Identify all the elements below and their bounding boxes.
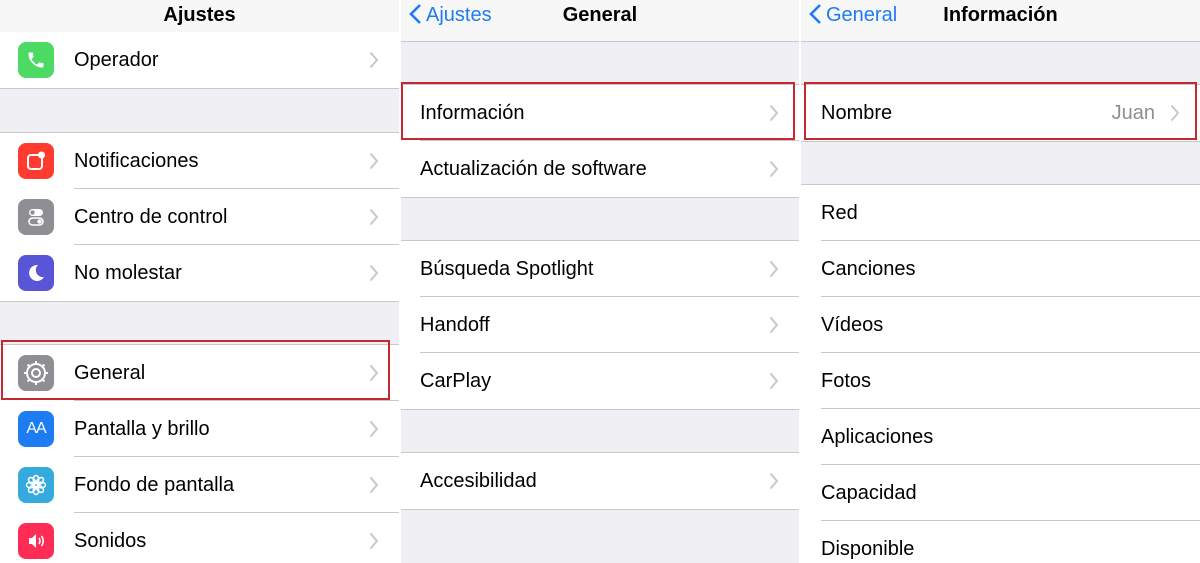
settings-item-notificaciones[interactable]: Notificaciones	[0, 133, 399, 189]
settings-item-fondo-de-pantalla[interactable]: Fondo de pantalla	[0, 456, 399, 513]
back-button[interactable]: General	[809, 0, 897, 41]
settings-screens: Ajustes Operador Notificaciones Centro d…	[0, 0, 1200, 563]
control-center-icon	[18, 199, 54, 235]
info-item-label: Capacidad	[821, 481, 917, 504]
info-item-label: Vídeos	[821, 313, 884, 336]
chevron-right-icon	[369, 420, 379, 438]
settings-group-carrier: Operador	[0, 32, 399, 89]
chevron-left-icon	[409, 4, 421, 24]
moon-icon	[18, 255, 54, 291]
info-item-aplicaciones: Aplicaciones	[801, 408, 1200, 465]
highlight-nombre	[804, 82, 1197, 140]
info-item-label: Red	[821, 201, 858, 224]
settings-item-label: Sonidos	[74, 529, 147, 552]
settings-item-label: Pantalla y brillo	[74, 417, 210, 440]
general-item-label: CarPlay	[420, 369, 492, 392]
settings-item-pantalla-y-brillo[interactable]: AA Pantalla y brillo	[0, 400, 399, 457]
settings-item-no-molestar[interactable]: No molestar	[0, 244, 399, 301]
chevron-right-icon	[369, 208, 379, 226]
info-item-videos: Vídeos	[801, 296, 1200, 353]
info-item-capacidad: Capacidad	[801, 464, 1200, 521]
general-item-accesibilidad[interactable]: Accesibilidad	[401, 453, 799, 509]
info-item-disponible: Disponible	[801, 520, 1200, 563]
chevron-right-icon	[369, 532, 379, 550]
settings-item-label: Notificaciones	[74, 149, 199, 172]
notifications-icon	[18, 143, 54, 179]
back-label: General	[826, 4, 898, 26]
general-item-actualizacion-de-software[interactable]: Actualización de software	[401, 140, 799, 197]
settings-item-sonidos[interactable]: Sonidos	[0, 512, 399, 563]
navigation-bar: Información General	[801, 0, 1200, 42]
info-group-details: Red Canciones Vídeos Fotos Aplicaciones …	[801, 184, 1200, 563]
general-item-label: Búsqueda Spotlight	[420, 257, 594, 280]
settings-panel: Ajustes Operador Notificaciones Centro d…	[0, 0, 399, 563]
general-panel: General Ajustes Información Actualizació…	[401, 0, 799, 563]
general-group-accessibility: Accesibilidad	[401, 452, 799, 510]
general-item-label: Accesibilidad	[420, 469, 537, 492]
general-item-handoff[interactable]: Handoff	[401, 296, 799, 353]
info-item-red: Red	[801, 185, 1200, 241]
settings-item-label: Centro de control	[74, 205, 228, 228]
chevron-left-icon	[809, 4, 821, 24]
general-item-busqueda-spotlight[interactable]: Búsqueda Spotlight	[401, 241, 799, 297]
chevron-right-icon	[369, 51, 379, 69]
display-brightness-icon: AA	[18, 411, 54, 447]
phone-icon	[18, 42, 54, 78]
info-item-canciones: Canciones	[801, 240, 1200, 297]
back-label: Ajustes	[426, 4, 492, 26]
general-group-features: Búsqueda Spotlight Handoff CarPlay	[401, 240, 799, 410]
settings-item-label: No molestar	[74, 261, 182, 284]
highlight-informacion	[401, 82, 795, 140]
info-item-label: Aplicaciones	[821, 425, 934, 448]
settings-item-label: Operador	[74, 48, 159, 71]
chevron-right-icon	[769, 260, 779, 278]
chevron-right-icon	[769, 472, 779, 490]
info-item-label: Disponible	[821, 537, 915, 560]
speaker-icon	[18, 523, 54, 559]
info-item-label: Fotos	[821, 369, 872, 392]
settings-item-label: Fondo de pantalla	[74, 473, 235, 496]
settings-item-operador[interactable]: Operador	[0, 32, 399, 88]
info-panel: Información General Nombre Juan Red Canc…	[801, 0, 1200, 563]
navigation-bar: General Ajustes	[401, 0, 799, 42]
general-item-carplay[interactable]: CarPlay	[401, 352, 799, 409]
settings-group-system: Notificaciones Centro de control No mole…	[0, 132, 399, 302]
info-item-label: Canciones	[821, 257, 916, 280]
general-item-label: Actualización de software	[420, 157, 647, 180]
chevron-right-icon	[369, 264, 379, 282]
chevron-right-icon	[369, 476, 379, 494]
settings-item-centro-de-control[interactable]: Centro de control	[0, 188, 399, 245]
chevron-right-icon	[369, 152, 379, 170]
wallpaper-icon	[18, 467, 54, 503]
info-item-fotos: Fotos	[801, 352, 1200, 409]
chevron-right-icon	[769, 160, 779, 178]
back-button[interactable]: Ajustes	[409, 0, 492, 41]
chevron-right-icon	[769, 316, 779, 334]
general-item-label: Handoff	[420, 313, 490, 336]
chevron-right-icon	[769, 372, 779, 390]
highlight-general	[1, 340, 390, 400]
